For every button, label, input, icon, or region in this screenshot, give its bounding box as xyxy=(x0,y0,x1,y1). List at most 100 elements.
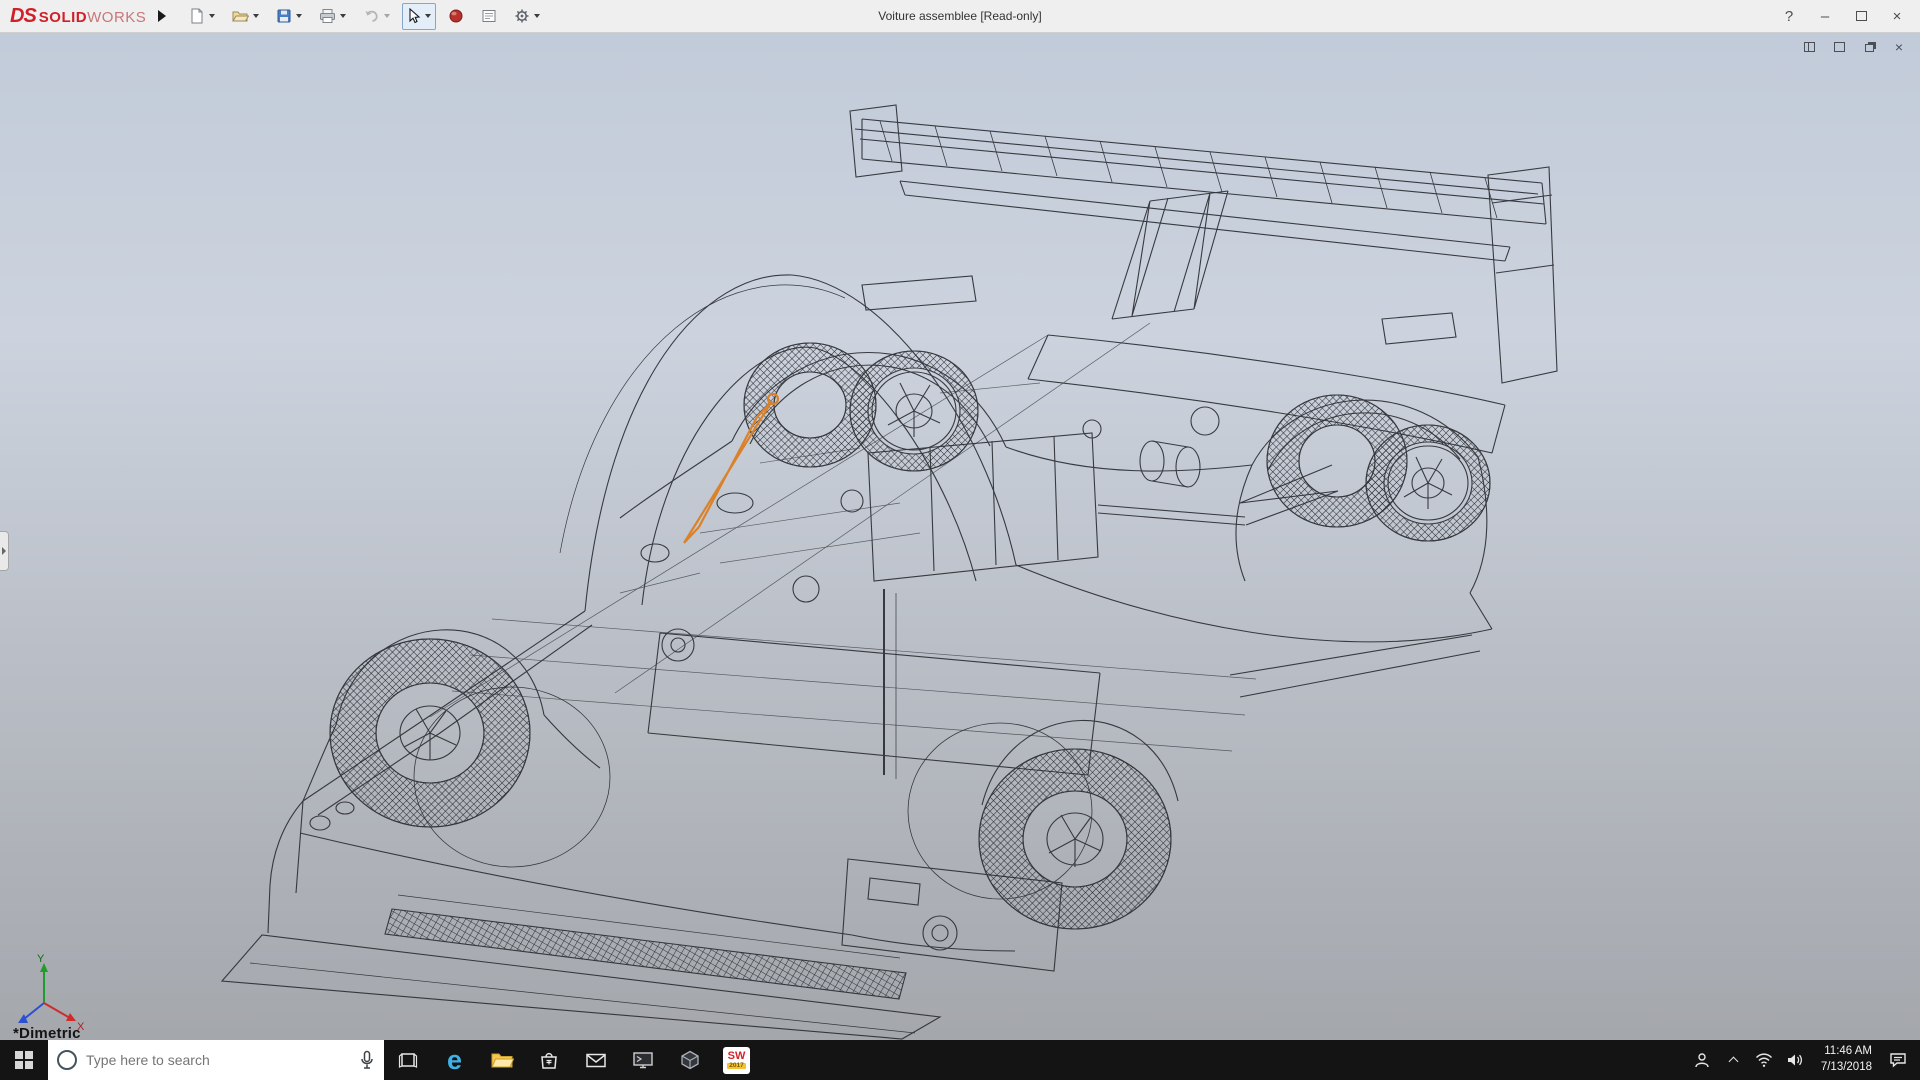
close-button[interactable]: × xyxy=(1882,3,1912,29)
brand-solid-text: SOLID xyxy=(39,9,87,26)
tray-overflow-button[interactable] xyxy=(1718,1040,1749,1080)
help-button[interactable]: ? xyxy=(1774,3,1804,29)
taskbar-search[interactable] xyxy=(48,1040,384,1080)
file-explorer-button[interactable] xyxy=(478,1040,525,1080)
pinned-app-monitor-button[interactable] xyxy=(619,1040,666,1080)
wireframe-car-model: Y X xyxy=(0,33,1920,1040)
open-dropdown-caret-icon[interactable] xyxy=(253,14,259,18)
menu-flyout-arrow-icon[interactable] xyxy=(158,10,166,22)
ds-logo-icon: DS xyxy=(10,5,36,28)
task-view-icon xyxy=(398,1050,418,1070)
select-cursor-icon xyxy=(407,8,421,24)
action-center-icon xyxy=(1889,1051,1907,1069)
solidworks-app-button[interactable]: SW 2017 xyxy=(713,1040,760,1080)
solidworks-app-icon: SW 2017 xyxy=(723,1047,750,1074)
undo-button[interactable] xyxy=(358,3,395,30)
minimize-button[interactable]: – xyxy=(1810,3,1840,29)
volume-button[interactable] xyxy=(1780,1040,1811,1080)
red-sphere-icon xyxy=(448,8,464,24)
wheel-front-left xyxy=(330,639,610,867)
system-tray: 11:46 AM 7/13/2018 xyxy=(1687,1040,1920,1080)
brand-works-text: WORKS xyxy=(87,9,146,26)
split-pane-button[interactable] xyxy=(1830,39,1848,55)
print-dropdown-caret-icon[interactable] xyxy=(340,14,346,18)
orientation-triad[interactable]: Y X xyxy=(18,953,85,1033)
save-button[interactable] xyxy=(271,3,307,30)
solidworks-badge-text: SW xyxy=(728,1051,746,1062)
pinned-app-cube-button[interactable] xyxy=(666,1040,713,1080)
microphone-icon[interactable] xyxy=(359,1050,375,1070)
monitor-app-icon xyxy=(632,1050,654,1070)
split-pane-icon xyxy=(1834,42,1845,52)
select-dropdown-caret-icon[interactable] xyxy=(425,14,431,18)
quick-access-toolbar xyxy=(184,3,545,30)
title-toolbar-bar: DS SOLID WORKS xyxy=(0,0,1920,33)
mail-envelope-icon xyxy=(585,1050,607,1070)
search-input[interactable] xyxy=(86,1052,350,1068)
drawing-sheet-icon xyxy=(481,8,497,24)
restore-document-button[interactable] xyxy=(1860,39,1878,55)
new-dropdown-caret-icon[interactable] xyxy=(209,14,215,18)
chevron-up-icon xyxy=(1728,1057,1738,1067)
dock-pane-icon xyxy=(1804,42,1815,52)
drawing-sheet-button[interactable] xyxy=(476,3,502,30)
graphics-viewport[interactable]: Y X × *Dimetric xyxy=(0,33,1920,1040)
edge-browser-button[interactable]: e xyxy=(431,1040,478,1080)
right-floor-diffuser xyxy=(1016,565,1492,697)
document-title: Voiture assemblee [Read-only] xyxy=(878,9,1041,23)
clock-date: 7/13/2018 xyxy=(1821,1060,1872,1076)
collapsed-panel-tab[interactable] xyxy=(0,531,9,571)
window-controls: ? – × xyxy=(1774,3,1920,29)
task-view-button[interactable] xyxy=(384,1040,431,1080)
mail-button[interactable] xyxy=(572,1040,619,1080)
people-button[interactable] xyxy=(1687,1040,1718,1080)
network-button[interactable] xyxy=(1749,1040,1780,1080)
windows-taskbar: e SW 2017 xyxy=(0,1040,1920,1080)
undo-dropdown-caret-icon[interactable] xyxy=(384,14,390,18)
cube-app-icon xyxy=(680,1050,700,1070)
store-button[interactable] xyxy=(525,1040,572,1080)
solidworks-logo: DS SOLID WORKS xyxy=(0,5,150,28)
gear-icon xyxy=(514,8,530,24)
action-center-button[interactable] xyxy=(1882,1040,1913,1080)
view-orientation-label: *Dimetric xyxy=(13,1025,81,1040)
options-dropdown-caret-icon[interactable] xyxy=(534,14,540,18)
dock-pane-button[interactable] xyxy=(1800,39,1818,55)
solidworks-year-text: 2017 xyxy=(727,1063,745,1070)
save-floppy-icon xyxy=(276,8,292,24)
chassis-internals xyxy=(641,407,1338,775)
store-bag-icon xyxy=(539,1050,559,1070)
options-button[interactable] xyxy=(509,3,545,30)
instant3d-button[interactable] xyxy=(443,3,469,30)
wifi-icon xyxy=(1755,1052,1773,1068)
nose-and-splitter xyxy=(222,611,940,1039)
close-document-button[interactable]: × xyxy=(1890,39,1908,55)
people-icon xyxy=(1693,1051,1711,1069)
open-button[interactable] xyxy=(227,3,264,30)
restore-icon xyxy=(1865,44,1874,52)
clock-time: 11:46 AM xyxy=(1824,1044,1872,1060)
maximize-icon xyxy=(1856,11,1867,21)
file-explorer-icon xyxy=(490,1050,514,1070)
undo-arrow-icon xyxy=(363,8,380,24)
triad-y-label: Y xyxy=(37,953,45,965)
solidworks-window: DS SOLID WORKS xyxy=(0,0,1920,1080)
save-dropdown-caret-icon[interactable] xyxy=(296,14,302,18)
wheel-rear-left xyxy=(908,723,1171,929)
document-window-controls: × xyxy=(1800,39,1908,55)
new-document-button[interactable] xyxy=(184,3,220,30)
start-button[interactable] xyxy=(0,1040,48,1080)
taskbar-clock[interactable]: 11:46 AM 7/13/2018 xyxy=(1811,1044,1882,1075)
wheel-rear-right xyxy=(1267,395,1490,541)
new-document-icon xyxy=(189,8,205,24)
edge-icon: e xyxy=(447,1047,462,1074)
cortana-icon[interactable] xyxy=(57,1050,77,1070)
print-button[interactable] xyxy=(314,3,351,30)
open-folder-icon xyxy=(232,8,249,24)
speaker-icon xyxy=(1786,1052,1804,1068)
car-body-wireframe xyxy=(222,105,1557,1039)
select-tool-button[interactable] xyxy=(402,3,436,30)
print-icon xyxy=(319,8,336,24)
wheel-front-right xyxy=(744,343,978,471)
maximize-button[interactable] xyxy=(1846,3,1876,29)
